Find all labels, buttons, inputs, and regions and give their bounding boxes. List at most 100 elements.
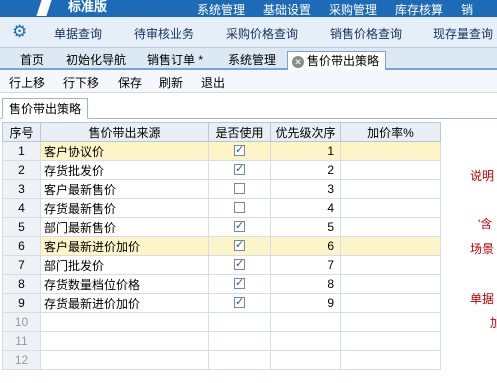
module-stock-query[interactable]: 现存量查询	[433, 25, 493, 42]
markup-rate-cell[interactable]	[340, 198, 441, 218]
row-number: 11	[2, 331, 41, 351]
tab-price-strategy[interactable]: ✕ 售价带出策略	[287, 51, 387, 70]
tab-home[interactable]: 首页	[20, 51, 44, 70]
table-row[interactable]: 6客户最新进价加价6	[2, 236, 441, 256]
module-doc-query[interactable]: 单据查询	[54, 25, 102, 42]
source-cell[interactable]: 存货最新进价加价	[40, 293, 209, 313]
table-row[interactable]: 5部门最新售价5	[2, 217, 441, 237]
priority-cell[interactable]: 1	[270, 141, 341, 161]
used-checkbox[interactable]	[234, 276, 245, 289]
used-checkbox[interactable]	[234, 162, 245, 175]
row-number: 7	[2, 255, 41, 275]
markup-rate-cell[interactable]	[340, 217, 441, 237]
tab-sales-order[interactable]: 销售订单 *	[147, 51, 203, 70]
refresh-button[interactable]: 刷新	[159, 74, 183, 91]
sub-tab-price-strategy[interactable]: 售价带出策略	[2, 98, 89, 119]
source-cell[interactable]: 存货数量档位价格	[40, 274, 209, 294]
source-cell[interactable]: 存货批发价	[40, 160, 209, 180]
note-line: 说明	[470, 169, 495, 183]
menu-purchase[interactable]: 采购管理	[329, 1, 377, 17]
exit-button[interactable]: 退出	[201, 74, 225, 91]
col-header-priority[interactable]: 优先级次序	[270, 122, 341, 142]
toolbar: 行上移 行下移 保存 刷新 退出	[0, 70, 497, 93]
table-row[interactable]: 8存货数量档位价格8	[2, 274, 441, 294]
used-checkbox[interactable]	[234, 202, 245, 213]
markup-rate-cell[interactable]	[340, 236, 441, 256]
used-checkbox[interactable]	[234, 219, 245, 232]
priority-cell[interactable]: 9	[270, 293, 341, 313]
module-purchase-price-query[interactable]: 采购价格查询	[226, 25, 298, 42]
source-cell[interactable]: 客户协议价	[40, 141, 209, 161]
used-checkbox[interactable]	[234, 238, 245, 251]
row-number: 8	[2, 274, 41, 294]
source-cell[interactable]	[40, 350, 209, 370]
used-cell	[208, 255, 271, 275]
table-row[interactable]: 3 客户最新售价 3	[2, 179, 441, 199]
save-button[interactable]: 保存	[118, 74, 142, 91]
priority-cell[interactable]: 5	[270, 217, 341, 237]
tab-init-nav[interactable]: 初始化导航	[66, 51, 126, 70]
menu-inventory[interactable]: 库存核算	[395, 1, 443, 17]
close-icon[interactable]: ✕	[292, 56, 304, 68]
table-row[interactable]: 4 存货最新售价 4	[2, 198, 441, 218]
row-number: 10	[2, 312, 41, 332]
document-tabs: 首页 初始化导航 销售订单 * 系统管理 ✕ 售价带出策略	[0, 48, 497, 70]
markup-rate-cell[interactable]	[340, 293, 441, 313]
markup-rate-cell[interactable]	[340, 160, 441, 180]
row-number: 12	[2, 350, 41, 370]
module-pending-review[interactable]: 待审核业务	[134, 25, 194, 42]
used-checkbox[interactable]	[234, 295, 245, 308]
markup-rate-cell[interactable]	[340, 312, 441, 332]
markup-rate-cell[interactable]	[340, 255, 441, 275]
table-row[interactable]: 9存货最新进价加价9	[2, 293, 441, 313]
table-row[interactable]: 1客户协议价1	[2, 141, 441, 161]
used-cell	[208, 312, 271, 332]
source-cell[interactable]: 存货最新售价	[40, 198, 209, 218]
table-row[interactable]: 12	[2, 350, 441, 370]
col-header-used[interactable]: 是否使用	[208, 122, 271, 142]
menu-sales[interactable]: 销	[461, 1, 473, 17]
priority-cell[interactable]	[270, 312, 341, 332]
markup-rate-cell[interactable]	[340, 274, 441, 294]
source-cell[interactable]: 客户最新进价加价	[40, 236, 209, 256]
used-cell	[208, 350, 271, 370]
move-up-button[interactable]: 行上移	[9, 74, 45, 91]
source-cell[interactable]: 部门批发价	[40, 255, 209, 275]
used-checkbox[interactable]	[234, 183, 245, 194]
source-cell[interactable]	[40, 312, 209, 332]
gear-icon[interactable]: ⚙	[12, 23, 30, 41]
move-down-button[interactable]: 行下移	[63, 74, 99, 91]
markup-rate-cell[interactable]	[340, 350, 441, 370]
table-row[interactable]: 7部门批发价7	[2, 255, 441, 275]
priority-cell[interactable]: 3	[270, 179, 341, 199]
source-cell[interactable]: 部门最新售价	[40, 217, 209, 237]
row-number: 1	[2, 141, 41, 161]
menu-basic-settings[interactable]: 基础设置	[263, 1, 311, 17]
col-header-markup-rate[interactable]: 加价率%	[340, 122, 441, 142]
markup-rate-cell[interactable]	[340, 179, 441, 199]
table-row[interactable]: 2存货批发价2	[2, 160, 441, 180]
markup-rate-cell[interactable]	[340, 141, 441, 161]
priority-cell[interactable]: 2	[270, 160, 341, 180]
source-cell[interactable]	[40, 331, 209, 351]
used-cell	[208, 160, 271, 180]
col-header-no[interactable]: 序号	[2, 122, 41, 142]
module-sales-price-query[interactable]: 销售价格查询	[330, 25, 402, 42]
priority-cell[interactable]	[270, 331, 341, 351]
priority-cell[interactable]: 8	[270, 274, 341, 294]
used-checkbox[interactable]	[234, 143, 245, 156]
menu-system[interactable]: 系统管理	[197, 1, 245, 17]
table-row[interactable]: 11	[2, 331, 441, 351]
tab-system[interactable]: 系统管理	[228, 51, 276, 70]
used-checkbox[interactable]	[234, 257, 245, 270]
col-header-source[interactable]: 售价带出来源	[40, 122, 209, 142]
priority-cell[interactable]	[270, 350, 341, 370]
priority-cell[interactable]: 7	[270, 255, 341, 275]
markup-rate-cell[interactable]	[340, 331, 441, 351]
table-row[interactable]: 10	[2, 312, 441, 332]
source-cell[interactable]: 客户最新售价	[40, 179, 209, 199]
used-cell	[208, 236, 271, 256]
priority-cell[interactable]: 6	[270, 236, 341, 256]
priority-cell[interactable]: 4	[270, 198, 341, 218]
edition-label: 标准版	[68, 0, 108, 14]
